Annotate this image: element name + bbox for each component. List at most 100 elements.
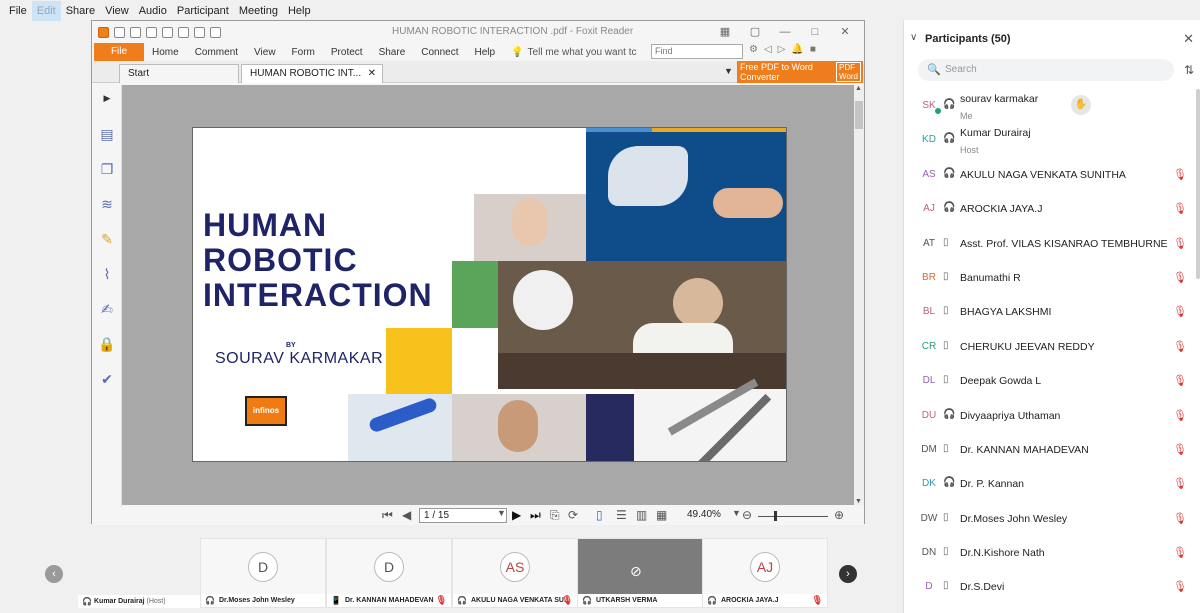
close-tab-icon[interactable]: ✕ [368, 65, 376, 83]
find-input[interactable]: Find [651, 44, 743, 59]
participant-row[interactable]: DU 🎧 Divyaapriya Uthaman 🎙 [904, 399, 1200, 433]
expand-panel-icon[interactable]: ▶ [98, 89, 116, 107]
page-thumbnail-icon[interactable]: ▤ [98, 125, 116, 143]
participant-row[interactable]: AT ▯ Asst. Prof. VILAS KISANRAO TEMBHURNE 🎙 [904, 227, 1200, 261]
close-icon[interactable]: ✕ [830, 23, 860, 41]
participant-row[interactable]: BL ▯ BHAGYA LAKSHMI 🎙 [904, 295, 1200, 329]
menu-audio[interactable]: Audio [134, 1, 172, 21]
video-tile[interactable]: D 📱 Dr. KANNAN MAHADEVAN 🎙 [326, 538, 452, 608]
rotate-icon[interactable]: ⟳ [568, 508, 578, 522]
close-panel-icon[interactable]: ✕ [1183, 31, 1194, 47]
menu-meeting[interactable]: Meeting [234, 1, 283, 21]
prev-page-icon[interactable]: ◀ [402, 508, 411, 522]
participant-row[interactable]: DM ▯ Dr. KANNAN MAHADEVAN 🎙 [904, 433, 1200, 467]
zoom-level[interactable]: 49.40% [687, 509, 721, 520]
muted-mic-icon[interactable]: 🎙 [1173, 546, 1187, 559]
raise-hand-icon[interactable]: ✋ [1071, 95, 1091, 115]
muted-mic-icon[interactable]: 🎙 [1173, 202, 1187, 215]
prev-result-icon[interactable]: ◁ [764, 44, 772, 55]
muted-mic-icon[interactable]: 🎙 [1173, 237, 1187, 250]
tab-dropdown-icon[interactable]: ▼ [724, 66, 733, 76]
page-dropdown-icon[interactable]: ▼ [497, 508, 506, 518]
scrollbar-thumb[interactable] [855, 101, 863, 129]
muted-mic-icon[interactable]: 🎙 [1173, 512, 1187, 525]
document-viewport[interactable]: HUMAN ROBOTIC INTERACTION BY SOURAV KARM… [122, 85, 854, 505]
muted-mic-icon[interactable]: 🎙 [1173, 477, 1187, 490]
video-tile[interactable]: AS 🎧 AKULU NAGA VENKATA SU... 🎙 [452, 538, 578, 608]
participant-row[interactable]: CR ▯ CHERUKU JEEVAN REDDY 🎙 [904, 330, 1200, 364]
muted-mic-icon[interactable]: 🎙 [1173, 271, 1187, 284]
muted-mic-icon[interactable]: 🎙 [1173, 443, 1187, 456]
notification-icon[interactable]: 🔔 [791, 44, 803, 55]
zoom-slider-handle[interactable] [774, 511, 777, 521]
next-result-icon[interactable]: ▷ [778, 44, 786, 55]
promo-banner[interactable]: Free PDF to Word Converter PDF Word [737, 61, 863, 83]
security-lock-icon[interactable]: 🔒 [98, 335, 116, 353]
video-tile[interactable]: D 🎧 Dr.Moses John Wesley [200, 538, 326, 608]
participant-row[interactable]: AJ 🎧 AROCKIA JAYA.J 🎙 [904, 192, 1200, 226]
ribbon-tab-home[interactable]: Home [144, 47, 187, 58]
muted-mic-icon[interactable]: 🎙 [1173, 340, 1187, 353]
account-icon[interactable]: ■ [810, 44, 816, 55]
email-icon[interactable] [162, 26, 173, 38]
save-icon[interactable] [130, 26, 141, 38]
ribbon-tab-share[interactable]: Share [371, 47, 414, 58]
undo-icon[interactable] [178, 26, 189, 38]
muted-mic-icon[interactable]: 🎙 [1173, 580, 1187, 593]
zoom-dropdown-icon[interactable]: ▼ [732, 508, 741, 518]
strip-next-button[interactable]: › [839, 565, 857, 583]
menu-view[interactable]: View [100, 1, 134, 21]
layers-icon[interactable]: ≋ [98, 195, 116, 213]
collapse-chevron-icon[interactable]: ∨ [910, 32, 917, 43]
participant-row[interactable]: DN ▯ Dr.N.Kishore Nath 🎙 [904, 536, 1200, 570]
menu-file[interactable]: File [4, 1, 32, 21]
scroll-down-icon[interactable]: ▼ [855, 498, 862, 505]
copy-page-icon[interactable]: ⎘ [550, 508, 560, 523]
print-icon[interactable] [146, 26, 157, 38]
video-tile[interactable]: AJ 🎧 AROCKIA JAYA.J 🎙 [702, 538, 828, 608]
participant-row[interactable]: D ▯ Dr.S.Devi 🎙 [904, 570, 1200, 604]
video-tile[interactable]: ⊘ 🎧 UTKARSH VERMA [577, 538, 703, 608]
settings-icon[interactable]: ⚙ [749, 44, 758, 55]
first-page-icon[interactable]: ⏮ [382, 508, 393, 523]
menu-help[interactable]: Help [283, 1, 316, 21]
redo-icon[interactable] [194, 26, 205, 38]
participant-row[interactable]: KD 🎧 Kumar Durairaj Host [904, 123, 1200, 157]
participant-list-scrollbar[interactable] [1196, 89, 1200, 279]
page-number-input[interactable]: 1 / 15 [419, 508, 507, 523]
signature-icon[interactable]: ✍ [98, 300, 116, 318]
ribbon-tab-connect[interactable]: Connect [413, 47, 466, 58]
participant-row[interactable]: DK 🎧 Dr. P. Kannan 🎙 [904, 467, 1200, 501]
file-tab[interactable]: File [94, 43, 144, 61]
zoom-in-icon[interactable]: ⊕ [834, 508, 844, 522]
ribbon-tab-view[interactable]: View [246, 47, 284, 58]
scroll-up-icon[interactable]: ▲ [855, 85, 862, 92]
open-icon[interactable] [114, 26, 125, 38]
pages-icon[interactable]: ❐ [98, 160, 116, 178]
comments-icon[interactable]: ✎ [98, 230, 116, 248]
participant-row[interactable]: DL ▯ Deepak Gowda L 🎙 [904, 364, 1200, 398]
muted-mic-icon[interactable]: 🎙 [1173, 409, 1187, 422]
ribbon-tab-comment[interactable]: Comment [187, 47, 246, 58]
participant-row[interactable]: SK 🎧 sourav karmakar Me ✋ [904, 89, 1200, 123]
cover-icon[interactable]: ▦ [656, 508, 667, 522]
tab-start[interactable]: Start [119, 64, 239, 83]
participant-row[interactable]: BR ▯ Banumathi R 🎙 [904, 261, 1200, 295]
next-page-icon[interactable]: ▶ [512, 508, 521, 522]
restore-icon[interactable]: ▢ [740, 23, 770, 41]
minimize-icon[interactable]: — [770, 23, 800, 41]
muted-mic-icon[interactable]: 🎙 [1173, 168, 1187, 181]
participant-row[interactable]: AS 🎧 AKULU NAGA VENKATA SUNITHA 🎙 [904, 158, 1200, 192]
certificate-icon[interactable]: ✔ [98, 370, 116, 388]
zoom-slider-track[interactable] [758, 516, 828, 517]
tell-me-box[interactable]: 💡 Tell me what you want tc [511, 47, 636, 58]
hand-tool-icon[interactable] [210, 26, 221, 38]
ribbon-tab-help[interactable]: Help [467, 47, 504, 58]
continuous-icon[interactable]: ☰ [616, 508, 627, 522]
vertical-scrollbar[interactable]: ▲ ▼ [854, 85, 864, 505]
strip-prev-button[interactable]: ‹ [45, 565, 63, 583]
layout-icon[interactable]: ▦ [710, 23, 740, 41]
menu-edit[interactable]: Edit [31, 1, 61, 21]
single-page-icon[interactable]: ▯ [596, 508, 603, 522]
zoom-out-icon[interactable]: ⊖ [742, 508, 752, 522]
